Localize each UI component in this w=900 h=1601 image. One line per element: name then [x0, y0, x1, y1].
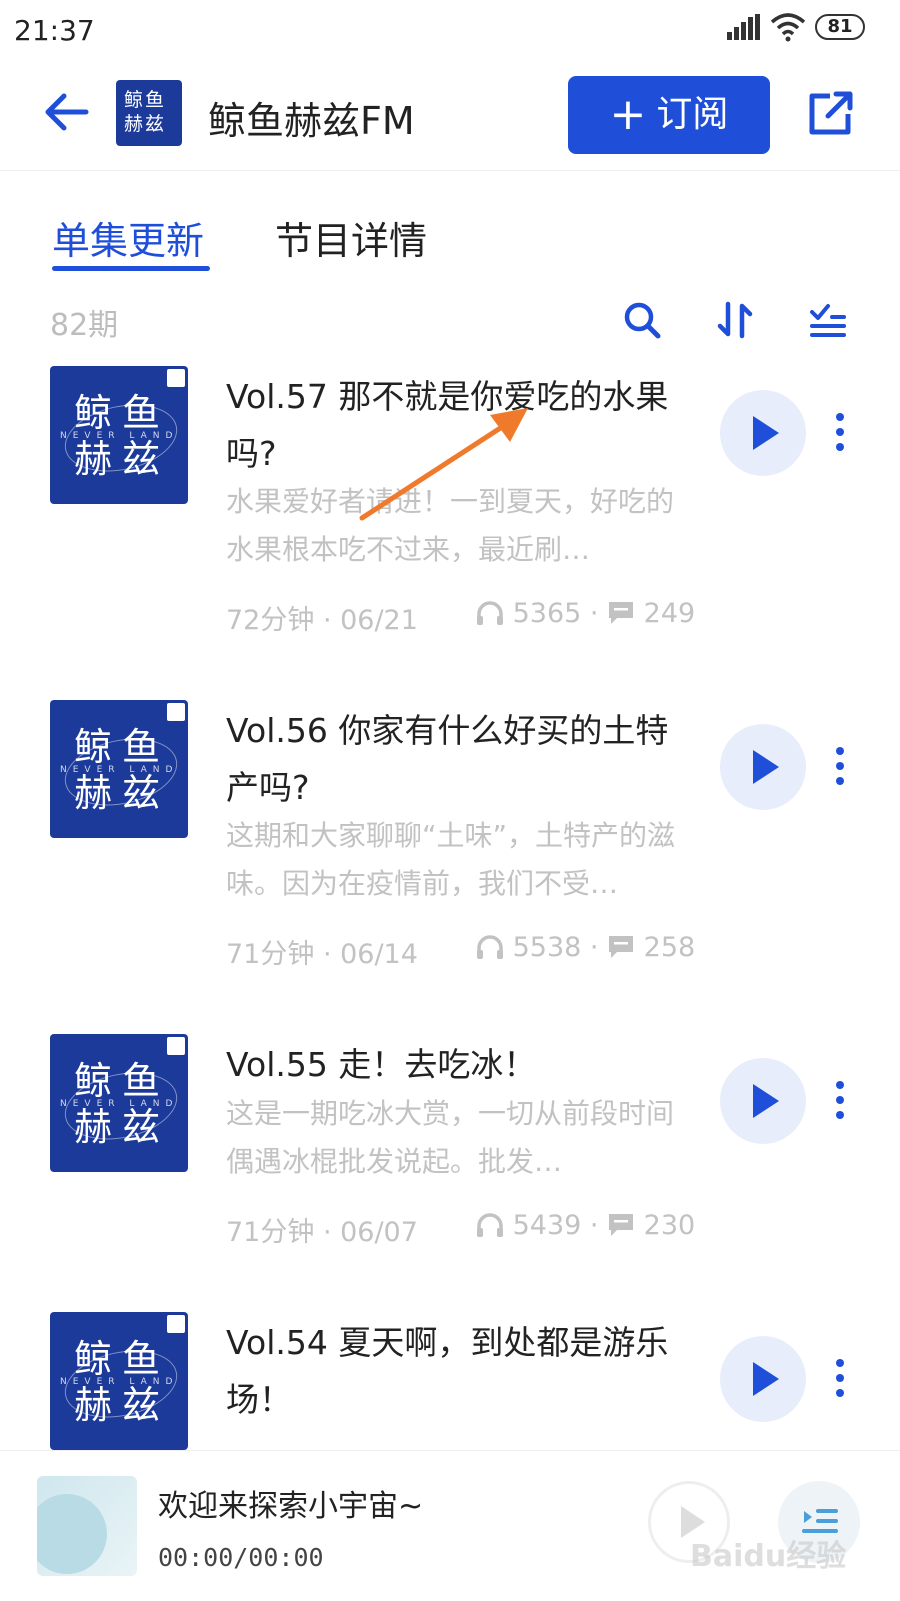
episode-item[interactable]: 鲸鱼 赫兹 NEVER LAND Vol.57 那不就是你爱吃的水果吗? 水果爱好…: [0, 366, 900, 706]
episode-title: Vol.56 你家有什么好买的土特产吗?: [226, 711, 669, 807]
more-options-icon[interactable]: [835, 1358, 845, 1398]
now-playing-title: 欢迎来探索小宇宙~: [158, 1489, 424, 1524]
episode-description: 这是一期吃冰大赏，一切从前段时间偶遇冰棍批发说起。批发…: [226, 1097, 675, 1178]
sort-icon[interactable]: [716, 300, 756, 340]
wifi-icon: [770, 13, 806, 42]
headphones-icon: [477, 935, 503, 959]
play-count: 5538: [512, 932, 582, 963]
now-playing-time: 00:00/00:00: [158, 1543, 324, 1572]
episode-cover: 鲸鱼 赫兹 NEVER LAND: [50, 1034, 188, 1172]
filter-list-icon[interactable]: [808, 300, 848, 340]
play-button[interactable]: [720, 390, 806, 476]
episode-cover: 鲸鱼 赫兹 NEVER LAND: [50, 700, 188, 838]
tab-details[interactable]: 节目详情: [275, 210, 427, 265]
play-count: 5439: [512, 1210, 582, 1241]
podcast-logo-text: 鲸鱼 赫兹: [124, 89, 167, 135]
episode-meta: 72分钟 · 06/21 5365 · 249: [226, 598, 696, 636]
mini-player[interactable]: 欢迎来探索小宇宙~ 00:00/00:00 Baidu经验: [0, 1450, 900, 1601]
back-arrow-icon[interactable]: [42, 90, 92, 134]
podcast-title: 鲸鱼赫兹FM: [208, 99, 415, 143]
episode-duration-date: 71分钟 · 06/07: [226, 1217, 418, 1248]
episode-title: Vol.55 走！去吃冰！: [226, 1045, 537, 1084]
cover-tag: NEVER LAND: [60, 431, 179, 441]
cover-tag: NEVER LAND: [60, 765, 179, 775]
status-bar: 21:37 81: [0, 0, 900, 62]
more-options-icon[interactable]: [835, 746, 845, 786]
episode-cover: 鲸鱼 赫兹 NEVER LAND: [50, 1312, 188, 1450]
subscribe-label: 订阅: [656, 94, 729, 135]
episode-meta: 71分钟 · 06/07 5439 · 230: [226, 1210, 696, 1248]
comment-count: 258: [643, 932, 696, 963]
app-header: 鲸鱼 赫兹 鲸鱼赫兹FM + 订阅: [0, 62, 900, 171]
episode-title: Vol.57 那不就是你爱吃的水果吗?: [226, 377, 669, 473]
episode-cover: 鲸鱼 赫兹 NEVER LAND: [50, 366, 188, 504]
cover-tag: NEVER LAND: [60, 1099, 179, 1109]
headphones-icon: [477, 1213, 503, 1237]
share-icon[interactable]: [806, 90, 856, 138]
comment-icon: [609, 602, 634, 624]
now-playing-artwork: [37, 1476, 137, 1576]
episode-item[interactable]: 鲸鱼 赫兹 NEVER LAND Vol.56 你家有什么好买的土特产吗? 这期和…: [0, 700, 900, 1040]
play-button[interactable]: [720, 724, 806, 810]
tab-episodes[interactable]: 单集更新: [52, 210, 204, 265]
episode-count: 82期: [50, 308, 119, 343]
plus-icon: +: [609, 89, 647, 140]
podcast-logo: 鲸鱼 赫兹: [116, 80, 182, 146]
battery-indicator: 81: [815, 14, 865, 40]
play-icon: [753, 1084, 779, 1118]
episode-duration-date: 71分钟 · 06/14: [226, 939, 418, 970]
more-options-icon[interactable]: [835, 1080, 845, 1120]
comment-count: 230: [643, 1210, 696, 1241]
signal-icon: [727, 14, 760, 40]
play-count: 5365: [512, 598, 582, 629]
episode-item[interactable]: 鲸鱼 赫兹 NEVER LAND Vol.54 夏天啊，到处都是游乐场！: [0, 1312, 900, 1450]
episode-meta: 71分钟 · 06/14 5538 · 258: [226, 932, 696, 970]
episode-title: Vol.54 夏天啊，到处都是游乐场！: [226, 1323, 669, 1419]
play-button[interactable]: [720, 1336, 806, 1422]
cover-tag: NEVER LAND: [60, 1377, 179, 1387]
subscribe-button[interactable]: + 订阅: [568, 76, 770, 154]
comment-icon: [609, 1214, 634, 1236]
play-button[interactable]: [720, 1058, 806, 1144]
comment-count: 249: [643, 598, 696, 629]
episode-description: 这期和大家聊聊“土味”，土特产的滋味。因为在疫情前，我们不受…: [226, 819, 676, 900]
status-time: 21:37: [14, 14, 95, 47]
episode-description: 水果爱好者请进！一到夏天，好吃的水果根本吃不过来，最近刷…: [226, 485, 675, 566]
active-tab-indicator: [52, 266, 210, 271]
headphones-icon: [477, 601, 503, 625]
play-icon: [753, 1362, 779, 1396]
watermark: Baidu经验: [690, 1539, 847, 1574]
more-options-icon[interactable]: [835, 412, 845, 452]
search-icon[interactable]: [622, 300, 662, 340]
play-icon: [753, 416, 779, 450]
comment-icon: [609, 936, 634, 958]
play-icon: [753, 750, 779, 784]
episode-duration-date: 72分钟 · 06/21: [226, 605, 418, 636]
